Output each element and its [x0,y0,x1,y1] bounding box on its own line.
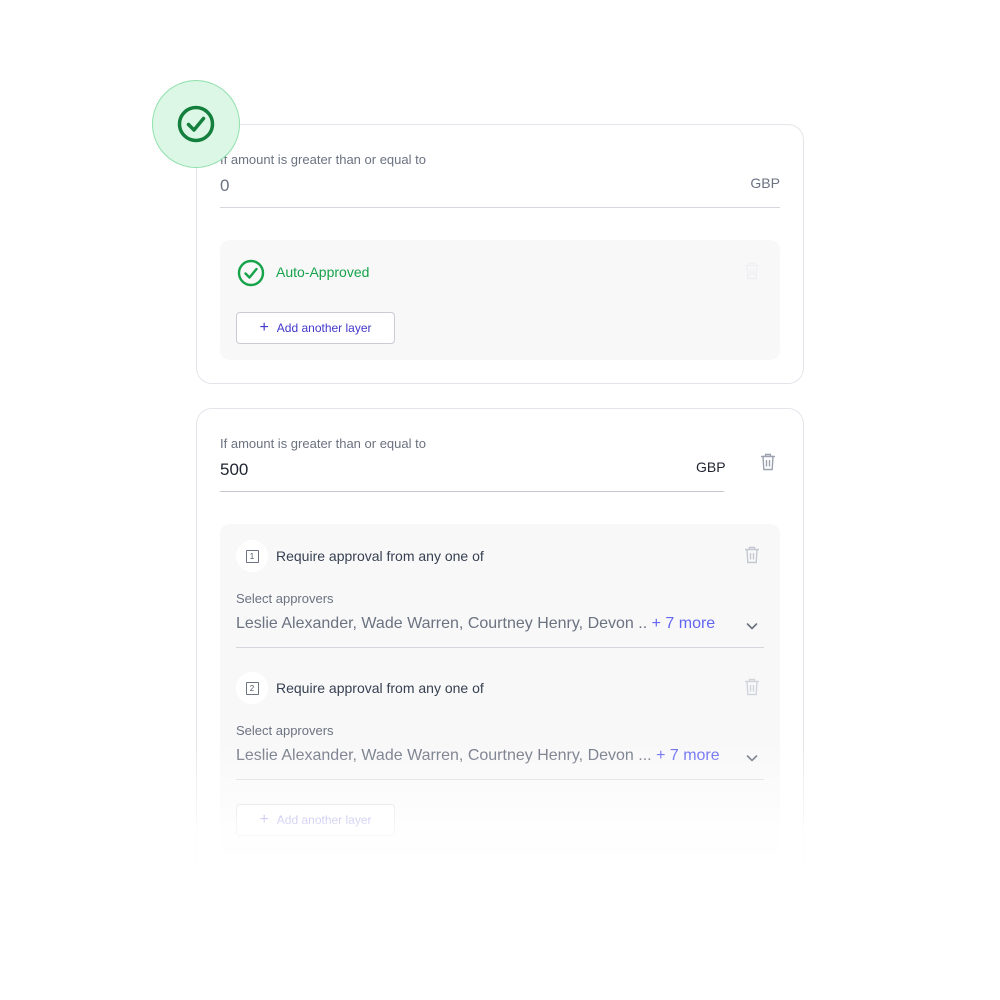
select-approvers-label: Select approvers [236,591,334,606]
trash-icon[interactable] [760,453,776,471]
trash-icon[interactable] [744,262,760,280]
add-layer-label: Add another layer [276,321,372,335]
select-underline [236,779,764,780]
status-label: Auto-Approved [276,264,370,280]
layer-number: 1 [245,549,259,563]
tier-card-0: If amount is greater than or equal to 0 … [196,124,804,384]
amount-underline [220,491,724,492]
layer-title: Require approval from any one of [276,548,484,564]
currency-label: GBP [750,175,780,191]
check-circle-icon [237,259,265,287]
chevron-down-icon[interactable] [744,618,760,634]
amount-underline [220,207,780,208]
approvers-value: Leslie Alexander, Wade Warren, Courtney … [236,747,652,764]
trash-icon[interactable] [744,546,760,564]
tier-card-500: If amount is greater than or equal to 50… [196,408,804,878]
add-layer-button[interactable]: + Add another layer [236,312,395,344]
success-badge [152,80,240,168]
add-layer-label: Add another layer [276,813,372,827]
plus-icon: + [259,811,269,828]
approvers-value: Leslie Alexander, Wade Warren, Courtney … [236,615,648,632]
approval-panel: Auto-Approved + Add another layer [220,240,780,360]
amount-input[interactable]: 0 [220,176,229,196]
approvers-select[interactable]: Leslie Alexander, Wade Warren, Courtney … [236,747,720,765]
approval-panel: 1 Require approval from any one of Selec… [220,524,780,854]
chevron-down-icon[interactable] [744,750,760,766]
plus-icon: + [259,319,269,336]
layer-title: Require approval from any one of [276,680,484,696]
amount-input[interactable]: 500 [220,460,248,480]
layer-number-badge: 2 [236,672,268,704]
select-approvers-label: Select approvers [236,723,334,738]
add-layer-button[interactable]: + Add another layer [236,804,395,836]
amount-label: If amount is greater than or equal to [220,436,426,451]
amount-label: If amount is greater than or equal to [220,152,426,167]
check-circle-icon [177,105,215,143]
more-approvers-link[interactable]: + 7 more [656,747,720,764]
trash-icon[interactable] [744,678,760,696]
more-approvers-link[interactable]: + 7 more [652,615,716,632]
currency-label: GBP [696,459,726,475]
layer-number-badge: 1 [236,540,268,572]
layer-number: 2 [245,681,259,695]
select-underline [236,647,764,648]
approvers-select[interactable]: Leslie Alexander, Wade Warren, Courtney … [236,615,715,633]
